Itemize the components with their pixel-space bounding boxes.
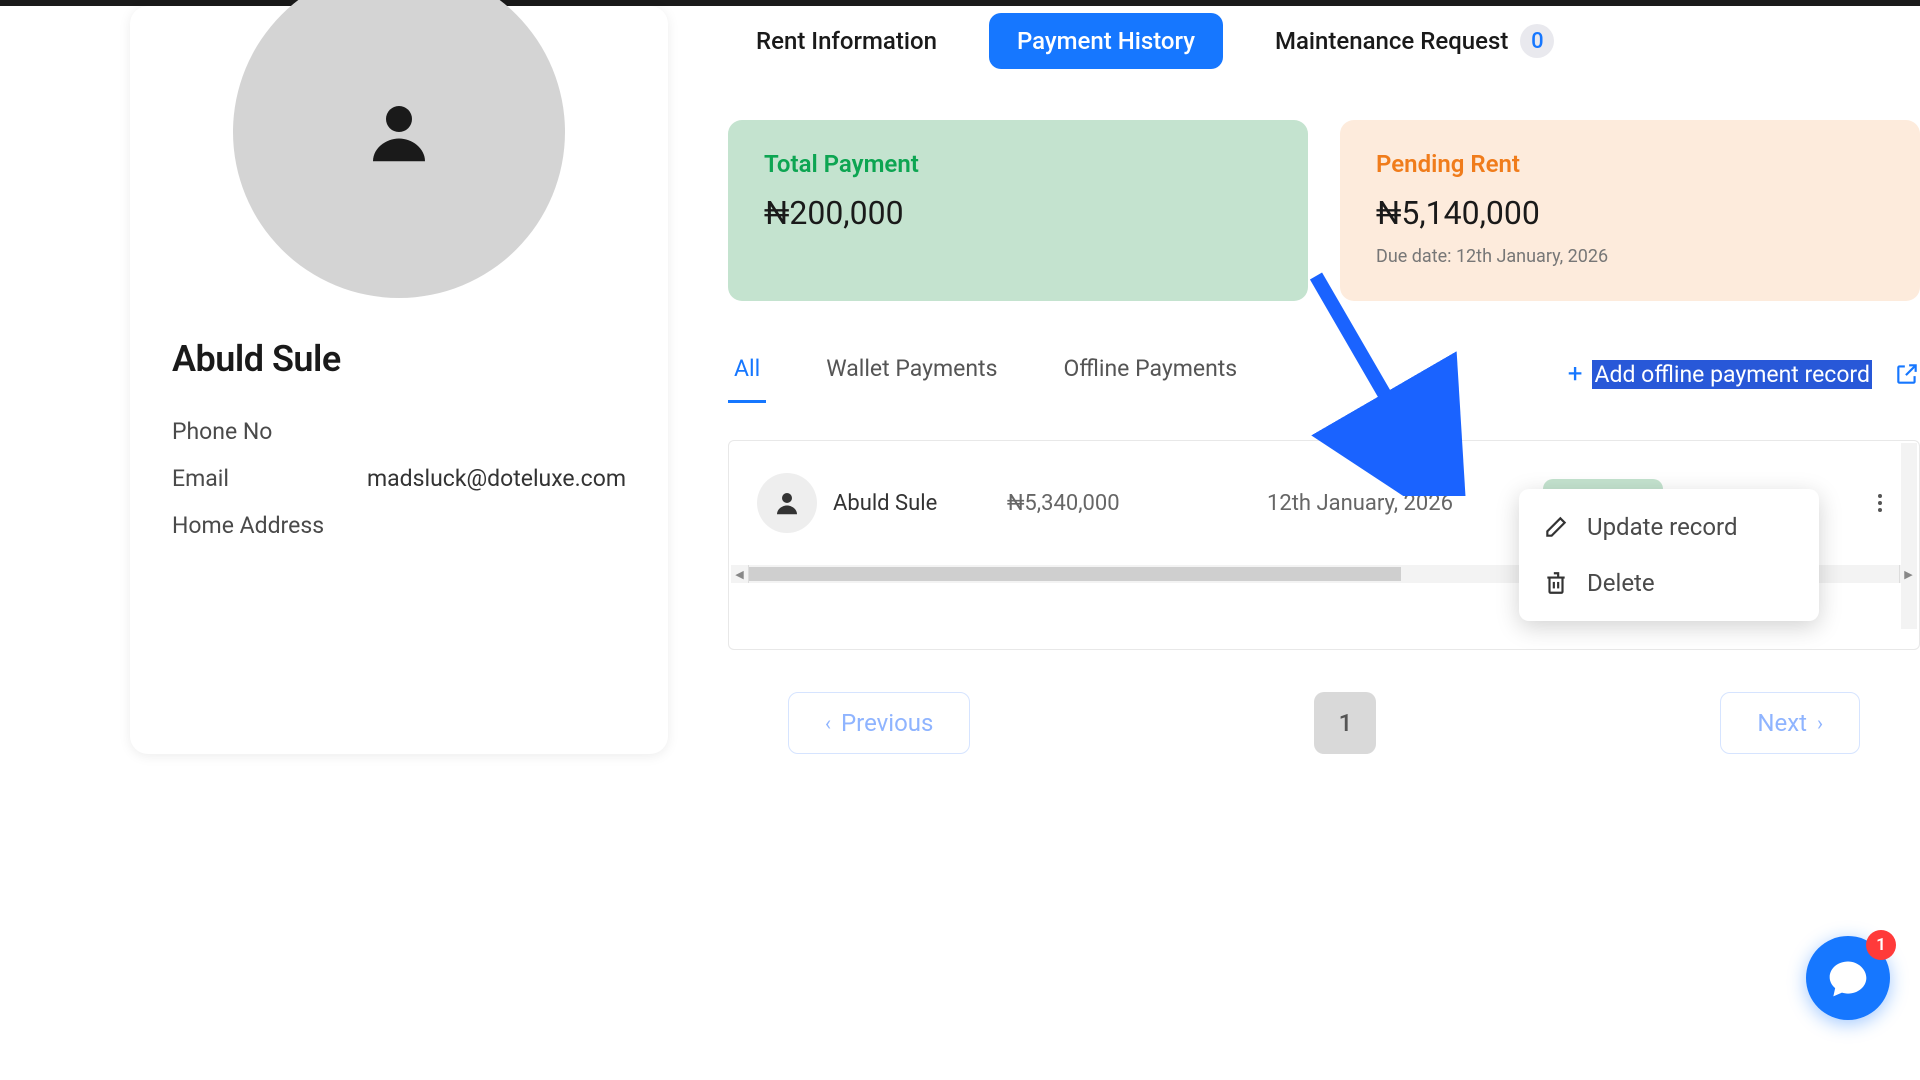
pagination: ‹ Previous 1 Next › (788, 692, 1860, 754)
maintenance-count-badge: 0 (1520, 24, 1554, 58)
next-label: Next (1757, 709, 1807, 737)
filter-all[interactable]: All (728, 345, 766, 403)
row-tenant-name: Abuld Sule (833, 491, 963, 516)
total-payment-card: Total Payment ₦200,000 (728, 120, 1308, 301)
email-value: madsluck@doteluxe.com (367, 465, 626, 492)
chevron-right-icon: › (1817, 711, 1823, 735)
filter-offline-payments[interactable]: Offline Payments (1057, 345, 1243, 403)
person-icon (360, 93, 438, 171)
add-offline-label: Add offline payment record (1592, 360, 1872, 389)
avatar (233, 0, 565, 298)
tenant-profile-card: Abuld Sule Phone No Email madsluck@dotel… (130, 6, 668, 754)
row-more-button[interactable] (1869, 494, 1891, 512)
filter-wallet-payments[interactable]: Wallet Payments (820, 345, 1003, 403)
address-label: Home Address (172, 512, 367, 539)
previous-label: Previous (841, 709, 933, 737)
menu-delete[interactable]: Delete (1519, 555, 1819, 611)
row-avatar (757, 473, 817, 533)
page-number[interactable]: 1 (1314, 692, 1376, 754)
tab-rent-information[interactable]: Rent Information (728, 13, 965, 69)
edit-icon (1543, 514, 1569, 540)
chevron-left-icon: ‹ (825, 711, 831, 735)
main-tabs: Rent Information Payment History Mainten… (728, 10, 1920, 72)
tab-maintenance-request[interactable]: Maintenance Request 0 (1247, 10, 1582, 72)
scrollbar-thumb[interactable] (749, 567, 1401, 581)
scroll-left-icon[interactable]: ◀ (731, 565, 749, 583)
person-icon (772, 488, 802, 518)
menu-delete-label: Delete (1587, 569, 1655, 597)
chat-fab[interactable]: 1 (1806, 936, 1890, 1020)
menu-update-label: Update record (1587, 513, 1738, 541)
trash-icon (1543, 570, 1569, 596)
menu-update-record[interactable]: Update record (1519, 499, 1819, 555)
plus-icon: + (1568, 359, 1583, 389)
pending-rent-amount: ₦5,140,000 (1376, 194, 1884, 232)
scroll-right-icon[interactable]: ▶ (1899, 565, 1917, 583)
pending-rent-title: Pending Rent (1376, 150, 1884, 178)
row-rent-amount: ₦5,340,000 (1007, 491, 1187, 516)
row-date: 12th January, 2026 (1267, 491, 1497, 516)
chat-icon (1826, 956, 1870, 1000)
chat-badge: 1 (1866, 930, 1896, 960)
tab-maintenance-label: Maintenance Request (1275, 27, 1508, 55)
email-label: Email (172, 465, 367, 492)
total-payment-amount: ₦200,000 (764, 194, 1272, 232)
row-actions-menu: Update record Delete (1519, 489, 1819, 621)
next-button[interactable]: Next › (1720, 692, 1860, 754)
pending-rent-due: Due date: 12th January, 2026 (1376, 246, 1884, 267)
pending-rent-card: Pending Rent ₦5,140,000 Due date: 12th J… (1340, 120, 1920, 301)
content-panel: Rent Information Payment History Mainten… (668, 6, 1920, 754)
phone-label: Phone No (172, 418, 367, 445)
external-link-icon[interactable] (1894, 361, 1920, 387)
tab-payment-history[interactable]: Payment History (989, 13, 1223, 69)
payments-table: Abuld Sule ₦5,340,000 12th January, 2026… (728, 440, 1920, 650)
add-offline-payment-button[interactable]: + Add offline payment record (1568, 359, 1872, 389)
previous-button[interactable]: ‹ Previous (788, 692, 970, 754)
vertical-scrollbar[interactable] (1901, 443, 1917, 629)
total-payment-title: Total Payment (764, 150, 1272, 178)
tenant-name: Abuld Sule (172, 338, 668, 380)
